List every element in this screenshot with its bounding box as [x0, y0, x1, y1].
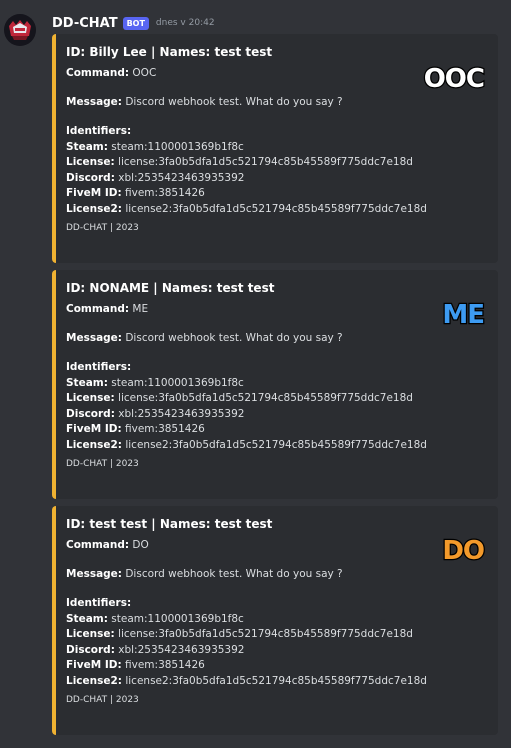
license-value: license:3fa0b5dfa1d5c521794c85b45589f775…: [118, 156, 413, 168]
identifiers-label: Identifiers:: [66, 597, 132, 609]
embed-title: ID: Billy Lee | Names: test test: [66, 45, 273, 59]
discord-value: xbl:2535423463935392: [118, 407, 245, 420]
steam-line: Steam: steam:1100001369b1f8c: [66, 612, 488, 628]
identifiers-label: Identifiers:: [66, 125, 132, 137]
do-thumbnail-icon[interactable]: DO: [441, 535, 486, 568]
license2-line: License2: license2:3fa0b5dfa1d5c521794c8…: [66, 202, 488, 218]
bot-badge: BOT: [122, 16, 149, 30]
embed-title: ID: test test | Names: test test: [66, 517, 273, 531]
discord-line: Discord: xbl:2535423463935392: [66, 407, 488, 423]
fivem-label: FiveM ID:: [66, 187, 122, 199]
message-line: Message: Discord webhook test. What do y…: [66, 567, 488, 583]
fivem-value: fivem:3851426: [125, 659, 205, 671]
identifiers-heading: Identifiers:: [66, 596, 488, 612]
avatar[interactable]: [4, 14, 36, 46]
license2-line: License2: license2:3fa0b5dfa1d5c521794c8…: [66, 438, 488, 454]
license2-line: License2: license2:3fa0b5dfa1d5c521794c8…: [66, 674, 488, 690]
discord-line: Discord: xbl:2535423463935392: [66, 171, 488, 187]
message-line: Message: Discord webhook test. What do y…: [66, 331, 488, 347]
fivem-value: fivem:3851426: [125, 423, 205, 435]
steam-line: Steam: steam:1100001369b1f8c: [66, 140, 488, 156]
discord-line: Discord: xbl:2535423463935392: [66, 643, 488, 659]
steam-label: Steam:: [66, 376, 108, 389]
discord-label: Discord:: [66, 171, 115, 184]
steam-value: steam:1100001369b1f8c: [111, 376, 244, 389]
fivem-line: FiveM ID: fivem:3851426: [66, 658, 488, 674]
discord-value: xbl:2535423463935392: [118, 643, 245, 656]
license-line: License: license:3fa0b5dfa1d5c521794c85b…: [66, 391, 488, 407]
steam-value: steam:1100001369b1f8c: [111, 612, 244, 625]
command-label: Command:: [66, 67, 130, 79]
username[interactable]: DD-CHAT: [52, 16, 118, 31]
discord-label: Discord:: [66, 407, 115, 420]
message-value: Discord webhook test. What do you say ?: [125, 96, 343, 108]
license-value: license:3fa0b5dfa1d5c521794c85b45589f775…: [118, 628, 413, 640]
timestamp[interactable]: dnes v 20:42: [156, 18, 215, 28]
command-value: DO: [132, 539, 149, 551]
license2-label: License2:: [66, 438, 122, 451]
dd-chat-logo-icon: [4, 14, 36, 46]
command-value: ME: [132, 303, 149, 315]
steam-line: Steam: steam:1100001369b1f8c: [66, 376, 488, 392]
license-label: License:: [66, 392, 115, 404]
license-line: License: license:3fa0b5dfa1d5c521794c85b…: [66, 155, 488, 171]
embed-card: ID: Billy Lee | Names: test test Command…: [52, 34, 498, 263]
identifiers-label: Identifiers:: [66, 361, 132, 373]
fivem-line: FiveM ID: fivem:3851426: [66, 186, 488, 202]
command-value: OOC: [132, 67, 157, 79]
command-label: Command:: [66, 303, 130, 315]
discord-label: Discord:: [66, 643, 115, 656]
me-thumbnail-icon[interactable]: ME: [441, 299, 486, 332]
license2-label: License2:: [66, 202, 122, 215]
license-label: License:: [66, 628, 115, 640]
embed-card: ID: test test | Names: test test Command…: [52, 506, 498, 735]
license-value: license:3fa0b5dfa1d5c521794c85b45589f775…: [118, 392, 413, 404]
identifiers-heading: Identifiers:: [66, 124, 488, 140]
fivem-label: FiveM ID:: [66, 423, 122, 435]
license2-value: license2:3fa0b5dfa1d5c521794c85b45589f77…: [125, 438, 427, 451]
message-value: Discord webhook test. What do you say ?: [125, 332, 343, 344]
license2-label: License2:: [66, 674, 122, 687]
message-header: DD-CHAT BOT dnes v 20:42: [52, 14, 215, 32]
message-line: Message: Discord webhook test. What do y…: [66, 95, 488, 111]
license2-value: license2:3fa0b5dfa1d5c521794c85b45589f77…: [125, 674, 427, 687]
license-label: License:: [66, 156, 115, 168]
message-label: Message:: [66, 568, 122, 580]
ooc-thumbnail-icon[interactable]: OOC: [422, 63, 486, 96]
license2-value: license2:3fa0b5dfa1d5c521794c85b45589f77…: [125, 202, 427, 215]
embed-footer: DD-CHAT | 2023: [66, 459, 139, 469]
license-line: License: license:3fa0b5dfa1d5c521794c85b…: [66, 627, 488, 643]
steam-label: Steam:: [66, 612, 108, 625]
command-label: Command:: [66, 539, 130, 551]
embed-footer: DD-CHAT | 2023: [66, 223, 139, 233]
identifiers-heading: Identifiers:: [66, 360, 488, 376]
message-label: Message:: [66, 96, 122, 108]
message-label: Message:: [66, 332, 122, 344]
steam-label: Steam:: [66, 140, 108, 153]
command-line: Command: DO: [66, 538, 488, 554]
embed-card: ID: NONAME | Names: test test Command: M…: [52, 270, 498, 499]
fivem-line: FiveM ID: fivem:3851426: [66, 422, 488, 438]
fivem-label: FiveM ID:: [66, 659, 122, 671]
steam-value: steam:1100001369b1f8c: [111, 140, 244, 153]
command-line: Command: ME: [66, 302, 488, 318]
embed-footer: DD-CHAT | 2023: [66, 695, 139, 705]
discord-value: xbl:2535423463935392: [118, 171, 245, 184]
embed-title: ID: NONAME | Names: test test: [66, 281, 275, 295]
message-value: Discord webhook test. What do you say ?: [125, 568, 343, 580]
fivem-value: fivem:3851426: [125, 187, 205, 199]
